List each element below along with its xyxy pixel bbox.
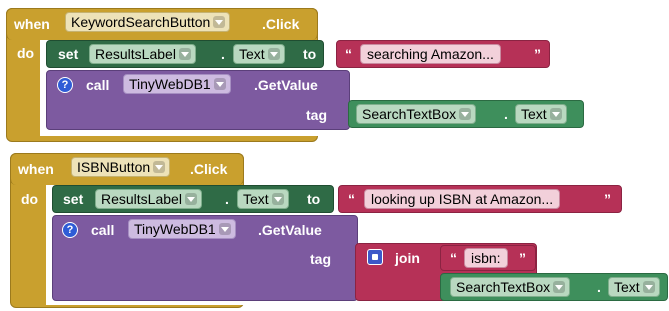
event-component-dropdown[interactable]: ISBNButton [71,157,171,177]
dot-label: . [221,46,225,62]
getter-component-dropdown[interactable]: SearchTextBox [356,104,477,124]
set-component-value: ResultsLabel [95,46,176,62]
string-field[interactable]: looking up ISBN at Amazon... [364,189,561,209]
call-component-dropdown[interactable]: TinyWebDB1 [123,74,231,94]
chevron-down-icon [553,281,566,293]
question-icon[interactable]: ? [62,222,78,238]
join-string-field[interactable]: isbn: [464,248,508,268]
event-component-dropdown[interactable]: KeywordSearchButton [65,12,231,32]
call-component-value: TinyWebDB1 [134,221,216,237]
chevron-down-icon [184,193,197,205]
getter-dot-label: . [597,279,601,295]
getter-component-value: SearchTextBox [456,279,551,295]
quote-close-icon: ” [604,191,611,207]
getter-dot-label: . [504,106,508,122]
event-name-label: .Click [190,161,228,177]
quote-open-icon: “ [348,191,355,207]
when-label: when [18,161,54,177]
join-label: join [395,250,420,266]
to-label: to [303,46,317,62]
chevron-down-icon [213,16,226,28]
getter-property-value: Text [521,106,547,122]
quote-close-icon: ” [519,250,526,266]
getter-component-value: SearchTextBox [362,106,457,122]
call-method-label: .GetValue [254,77,318,93]
set-component-value: ResultsLabel [101,191,182,207]
string-field[interactable]: searching Amazon... [360,44,501,64]
quote-open-icon: “ [345,46,352,62]
to-label: to [307,191,321,207]
chevron-down-icon [271,193,284,205]
chevron-down-icon [642,281,655,293]
event-component-value: ISBNButton [77,159,151,175]
dot-label: . [225,191,229,207]
getter-property-value: Text [614,279,640,295]
chevron-down-icon [459,108,472,120]
tag-label: tag [310,251,331,267]
question-icon[interactable]: ? [57,77,73,93]
chevron-down-icon [218,223,231,235]
set-property-value: Text [243,191,269,207]
chevron-down-icon [153,161,166,173]
call-component-dropdown[interactable]: TinyWebDB1 [128,219,236,239]
chevron-down-icon [267,48,280,60]
set-label: set [63,191,84,207]
chevron-down-icon [178,48,191,60]
quote-open-icon: “ [450,250,457,266]
getter-property-dropdown[interactable]: Text [515,104,567,124]
chevron-down-icon [213,78,226,90]
set-property-dropdown[interactable]: Text [237,189,289,209]
when-label: when [14,16,50,32]
set-component-dropdown[interactable]: ResultsLabel [89,44,196,64]
mutator-icon[interactable] [367,249,383,265]
getter-component-dropdown[interactable]: SearchTextBox [450,277,571,297]
tag-label: tag [306,107,327,123]
set-label: set [58,46,79,62]
call-method-label: .GetValue [258,222,322,238]
quote-close-icon: ” [534,46,541,62]
set-component-dropdown[interactable]: ResultsLabel [95,189,202,209]
event-component-value: KeywordSearchButton [71,14,211,30]
set-property-dropdown[interactable]: Text [233,44,285,64]
chevron-down-icon [549,108,562,120]
event-name-label: .Click [262,16,300,32]
call-label: call [86,77,110,93]
do-label: do [21,191,39,207]
call-label: call [91,222,115,238]
call-component-value: TinyWebDB1 [129,76,211,92]
do-label: do [17,45,35,61]
getter-property-dropdown[interactable]: Text [608,277,660,297]
set-property-value: Text [239,46,265,62]
